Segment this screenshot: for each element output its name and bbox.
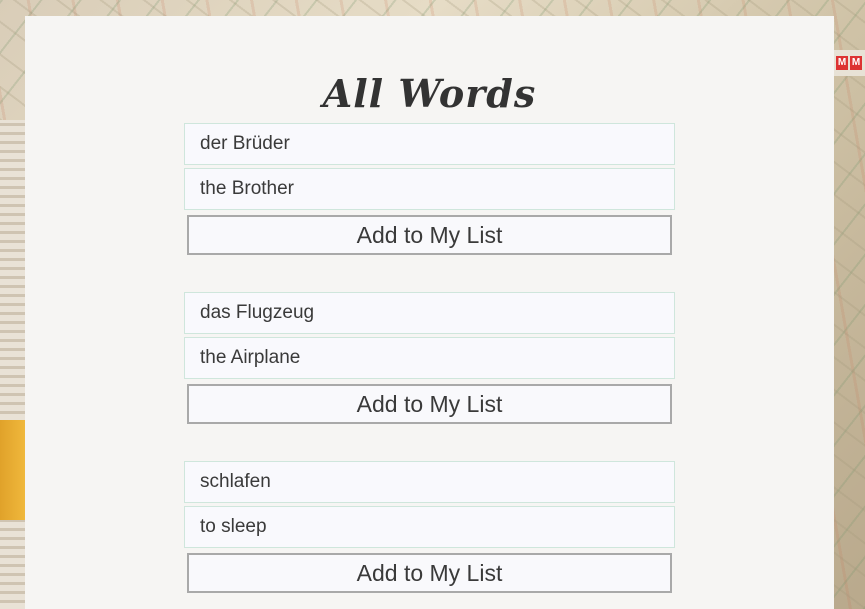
german-word-field: das Flugzeug [184, 292, 675, 334]
background-metro-sign: M M [834, 50, 865, 76]
word-card: der Brüder the Brother Add to My List [184, 123, 675, 255]
add-to-my-list-button[interactable]: Add to My List [187, 553, 672, 593]
word-list: der Brüder the Brother Add to My List da… [184, 123, 675, 609]
add-to-my-list-button[interactable]: Add to My List [187, 215, 672, 255]
background-decoration-left [0, 120, 25, 609]
page-title: All Words [322, 71, 537, 117]
metro-sign-m1: M [836, 56, 848, 70]
main-panel: All Words der Brüder the Brother Add to … [25, 16, 834, 609]
english-translation-field: the Brother [184, 168, 675, 210]
english-translation-field: the Airplane [184, 337, 675, 379]
german-word-field: schlafen [184, 461, 675, 503]
word-card: das Flugzeug the Airplane Add to My List [184, 292, 675, 424]
german-word-field: der Brüder [184, 123, 675, 165]
word-card: schlafen to sleep Add to My List [184, 461, 675, 593]
english-translation-field: to sleep [184, 506, 675, 548]
metro-sign-m2: M [850, 56, 862, 70]
background-pencil [0, 420, 25, 520]
add-to-my-list-button[interactable]: Add to My List [187, 384, 672, 424]
